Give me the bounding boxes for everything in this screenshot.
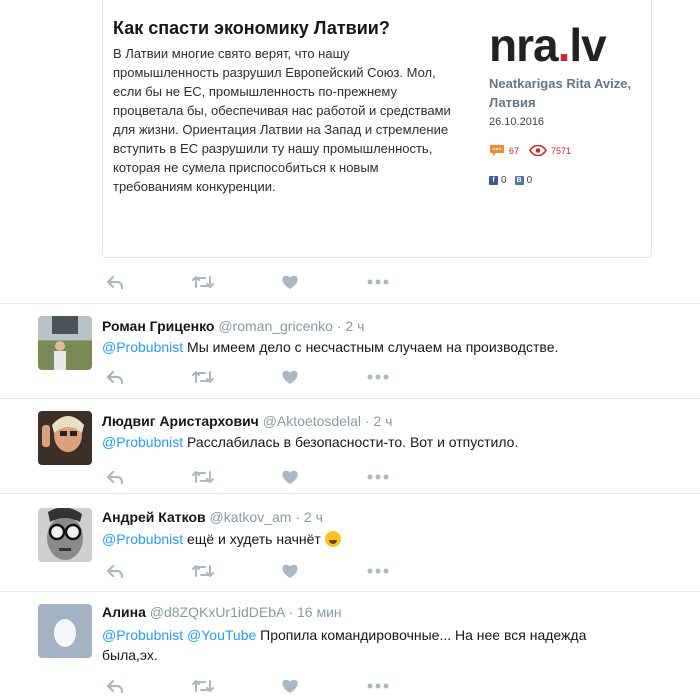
reply-tweet[interactable]: Роман Гриценко @roman_gricenko · 2 ч @Pr… bbox=[0, 304, 700, 398]
retweet-button[interactable] bbox=[192, 367, 214, 387]
retweet-icon bbox=[192, 680, 214, 692]
avatar[interactable] bbox=[38, 411, 92, 465]
article-source: Neatkarigas Rita Avize, Латвия bbox=[489, 76, 632, 110]
retweet-button[interactable] bbox=[192, 467, 214, 487]
tweet-text: @Probubnist @YouTube Пропила командирово… bbox=[102, 627, 587, 663]
facebook-count: 0 bbox=[501, 175, 507, 186]
tweet-header: Роман Гриценко @roman_gricenko · 2 ч bbox=[102, 318, 364, 334]
more-button[interactable] bbox=[367, 367, 389, 387]
vk-icon[interactable]: В bbox=[514, 176, 524, 185]
reply-icon bbox=[106, 564, 124, 579]
article-stats: 67 7571 bbox=[489, 144, 571, 157]
username[interactable]: @roman_gricenko bbox=[218, 318, 333, 334]
retweet-button[interactable] bbox=[192, 272, 214, 292]
like-button[interactable] bbox=[279, 367, 301, 387]
timestamp[interactable]: · 2 ч bbox=[295, 509, 323, 525]
share-counts: f 0 В 0 bbox=[489, 175, 532, 186]
display-name[interactable]: Андрей Катков bbox=[102, 509, 206, 525]
like-icon bbox=[282, 275, 298, 289]
mention-link[interactable]: @Probubnist bbox=[102, 339, 183, 355]
like-icon bbox=[282, 564, 298, 578]
reply-button[interactable] bbox=[104, 272, 126, 292]
like-icon bbox=[282, 470, 298, 484]
reply-tweet[interactable]: Людвиг Аристархович @Aktoetosdelal · 2 ч… bbox=[0, 399, 700, 493]
more-icon bbox=[367, 568, 389, 574]
tweet-header: Алина @d8ZQKxUr1idDEbA · 16 мин bbox=[102, 604, 342, 620]
reply-tweet[interactable]: Алина @d8ZQKxUr1idDEbA · 16 мин @Probubn… bbox=[0, 592, 700, 696]
reply-button[interactable] bbox=[104, 367, 126, 387]
tweet-actions bbox=[102, 561, 402, 581]
article-summary: В Латвии многие свято верят, что нашу пр… bbox=[113, 46, 451, 194]
reply-icon bbox=[106, 679, 124, 694]
more-button[interactable] bbox=[367, 561, 389, 581]
timestamp[interactable]: · 2 ч bbox=[365, 413, 393, 429]
avatar[interactable] bbox=[38, 604, 92, 658]
article-date: 26.10.2016 bbox=[489, 116, 545, 128]
tweet-actions bbox=[102, 367, 402, 387]
username[interactable]: @d8ZQKxUr1idDEbA bbox=[150, 604, 285, 620]
username[interactable]: @Aktoetosdelal bbox=[263, 413, 361, 429]
site-logo: nra.lv bbox=[489, 19, 607, 71]
like-button[interactable] bbox=[279, 676, 301, 696]
vk-count: 0 bbox=[526, 175, 533, 186]
reply-icon bbox=[106, 470, 124, 485]
view-count: 7571 bbox=[551, 145, 572, 156]
more-icon bbox=[367, 279, 389, 285]
more-icon bbox=[367, 474, 389, 480]
comment-icon bbox=[490, 145, 504, 156]
retweet-button[interactable] bbox=[192, 561, 214, 581]
more-icon bbox=[367, 374, 389, 380]
retweet-icon bbox=[192, 471, 214, 483]
like-button[interactable] bbox=[279, 561, 301, 581]
article-title[interactable]: Как спасти экономику Латвии? bbox=[113, 18, 390, 39]
retweet-icon bbox=[192, 371, 214, 383]
reply-button[interactable] bbox=[104, 561, 126, 581]
tweet-text: @Probubnist Расслабилась в безопасности-… bbox=[102, 434, 519, 450]
avatar[interactable] bbox=[38, 508, 92, 562]
display-name[interactable]: Людвиг Аристархович bbox=[102, 413, 259, 429]
tweet-text: @Probubnist Мы имеем дело с несчастным с… bbox=[102, 339, 559, 355]
laughing-tears-emoji-icon bbox=[324, 531, 341, 547]
default-egg-icon bbox=[54, 619, 76, 647]
like-button[interactable] bbox=[279, 272, 301, 292]
more-icon bbox=[367, 683, 389, 689]
tweet-actions bbox=[102, 272, 402, 292]
mention-link[interactable]: @Probubnist bbox=[102, 434, 183, 450]
avatar[interactable] bbox=[38, 316, 92, 370]
display-name[interactable]: Роман Гриценко bbox=[102, 318, 214, 334]
display-name[interactable]: Алина bbox=[102, 604, 146, 620]
timestamp[interactable]: · 16 мин bbox=[288, 604, 341, 620]
comment-count: 67 bbox=[509, 145, 520, 156]
like-button[interactable] bbox=[279, 467, 301, 487]
more-button[interactable] bbox=[367, 467, 389, 487]
mention-link[interactable]: @Probubnist bbox=[102, 531, 183, 547]
reply-button[interactable] bbox=[104, 467, 126, 487]
eye-icon bbox=[529, 145, 547, 156]
tweet-header: Андрей Катков @katkov_am · 2 ч bbox=[102, 509, 323, 525]
tweet-text: @Probubnist ещё и худеть начнёт bbox=[102, 529, 642, 549]
article-card[interactable]: Как спасти экономику Латвии? В Латвии мн… bbox=[102, 0, 652, 258]
retweet-button[interactable] bbox=[192, 676, 214, 696]
like-icon bbox=[282, 370, 298, 384]
retweet-icon bbox=[192, 276, 214, 288]
more-button[interactable] bbox=[367, 676, 389, 696]
facebook-icon[interactable]: f bbox=[489, 176, 498, 185]
username[interactable]: @katkov_am bbox=[210, 509, 292, 525]
reply-tweet[interactable]: Андрей Катков @katkov_am · 2 ч @Probubni… bbox=[0, 494, 700, 591]
reply-icon bbox=[106, 370, 124, 385]
reply-button[interactable] bbox=[104, 676, 126, 696]
tweet-actions bbox=[102, 467, 402, 487]
tweet-header: Людвиг Аристархович @Aktoetosdelal · 2 ч bbox=[102, 413, 392, 429]
like-icon bbox=[282, 679, 298, 693]
mention-link[interactable]: @Probubnist @YouTube bbox=[102, 627, 256, 643]
reply-icon bbox=[106, 275, 124, 290]
timestamp[interactable]: · 2 ч bbox=[337, 318, 365, 334]
retweet-icon bbox=[192, 565, 214, 577]
tweet-actions bbox=[102, 676, 402, 696]
more-button[interactable] bbox=[367, 272, 389, 292]
